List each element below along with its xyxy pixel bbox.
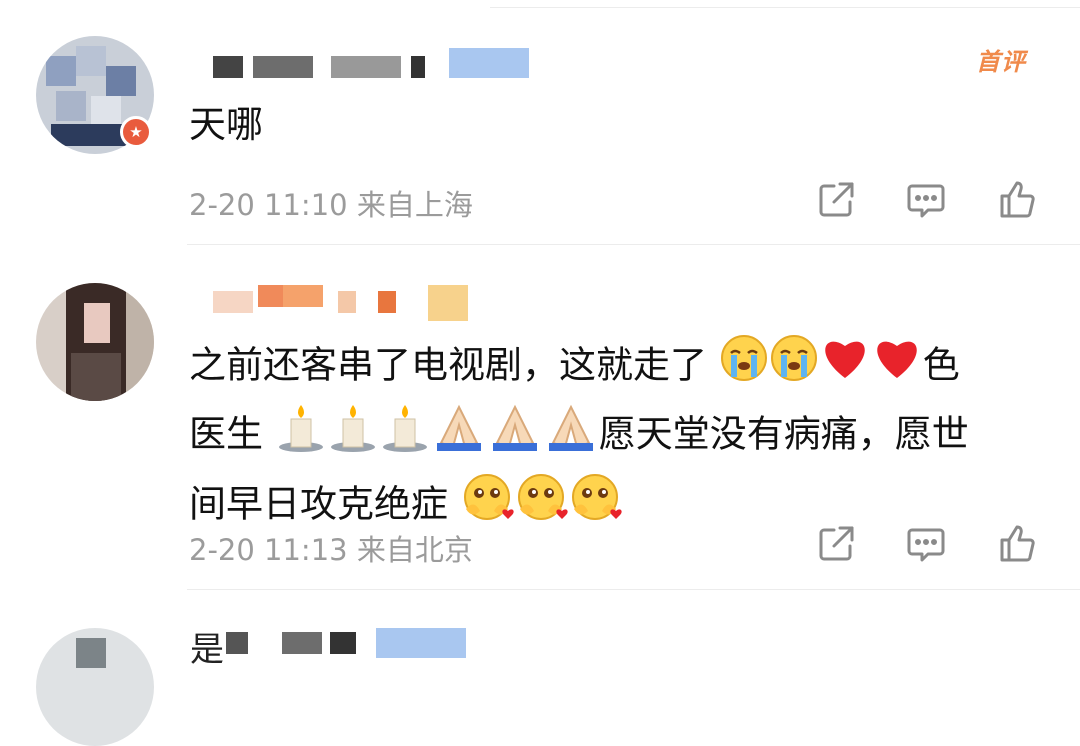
comment-text: 之前还客串了电视剧，这就走了 色 医生 愿天堂没有病痛，愿世 间早日攻克绝症 xyxy=(189,333,1049,541)
pleading-emoji xyxy=(514,471,568,541)
comment-text-line: 医生 xyxy=(189,412,263,456)
share-icon[interactable] xyxy=(814,178,858,222)
username[interactable] xyxy=(213,48,533,82)
comment-text-line: 愿天堂没有病痛，愿世 xyxy=(598,412,969,456)
crying-emoji xyxy=(719,333,769,401)
username[interactable] xyxy=(213,285,473,321)
candle-emoji xyxy=(275,401,327,471)
comment-icon[interactable] xyxy=(904,178,948,222)
comment-text-line: 色 xyxy=(922,343,960,387)
comment-icon[interactable] xyxy=(904,522,948,566)
pleading-emoji xyxy=(568,471,622,541)
comment-item: ★ 首评 天哪 2-20 11:10 来自上海 xyxy=(0,0,1080,245)
verified-badge-icon: ★ xyxy=(120,116,152,148)
comment-text: 天哪 xyxy=(189,103,263,146)
like-icon[interactable] xyxy=(996,522,1040,566)
share-icon[interactable] xyxy=(814,522,858,566)
avatar[interactable] xyxy=(36,283,154,401)
crying-emoji xyxy=(769,333,819,401)
candle-emoji xyxy=(327,401,379,471)
comment-text-line: 之前还客串了电视剧，这就走了 xyxy=(189,343,707,387)
first-comment-badge: 首评 xyxy=(976,48,1026,76)
pray-emoji xyxy=(431,401,487,471)
avatar[interactable] xyxy=(36,628,154,746)
username[interactable]: 是 xyxy=(190,628,490,670)
comment-meta: 2-20 11:10 来自上海 xyxy=(189,188,473,222)
pray-emoji xyxy=(543,401,599,471)
like-icon[interactable] xyxy=(996,178,1040,222)
comment-meta: 2-20 11:13 来自北京 xyxy=(189,533,473,567)
pray-emoji xyxy=(487,401,543,471)
comment-item: 之前还客串了电视剧，这就走了 色 医生 愿天堂没有病痛，愿世 间早日攻克绝症 2… xyxy=(0,245,1080,590)
heart-emoji xyxy=(871,334,923,400)
comment-actions xyxy=(810,522,1050,566)
candle-emoji xyxy=(379,401,431,471)
username-visible-char: 是 xyxy=(190,630,224,670)
comment-item: 是 xyxy=(0,590,1080,746)
comment-actions xyxy=(810,178,1050,222)
comment-text-line: 间早日攻克绝症 xyxy=(189,482,448,526)
heart-emoji xyxy=(819,334,871,400)
